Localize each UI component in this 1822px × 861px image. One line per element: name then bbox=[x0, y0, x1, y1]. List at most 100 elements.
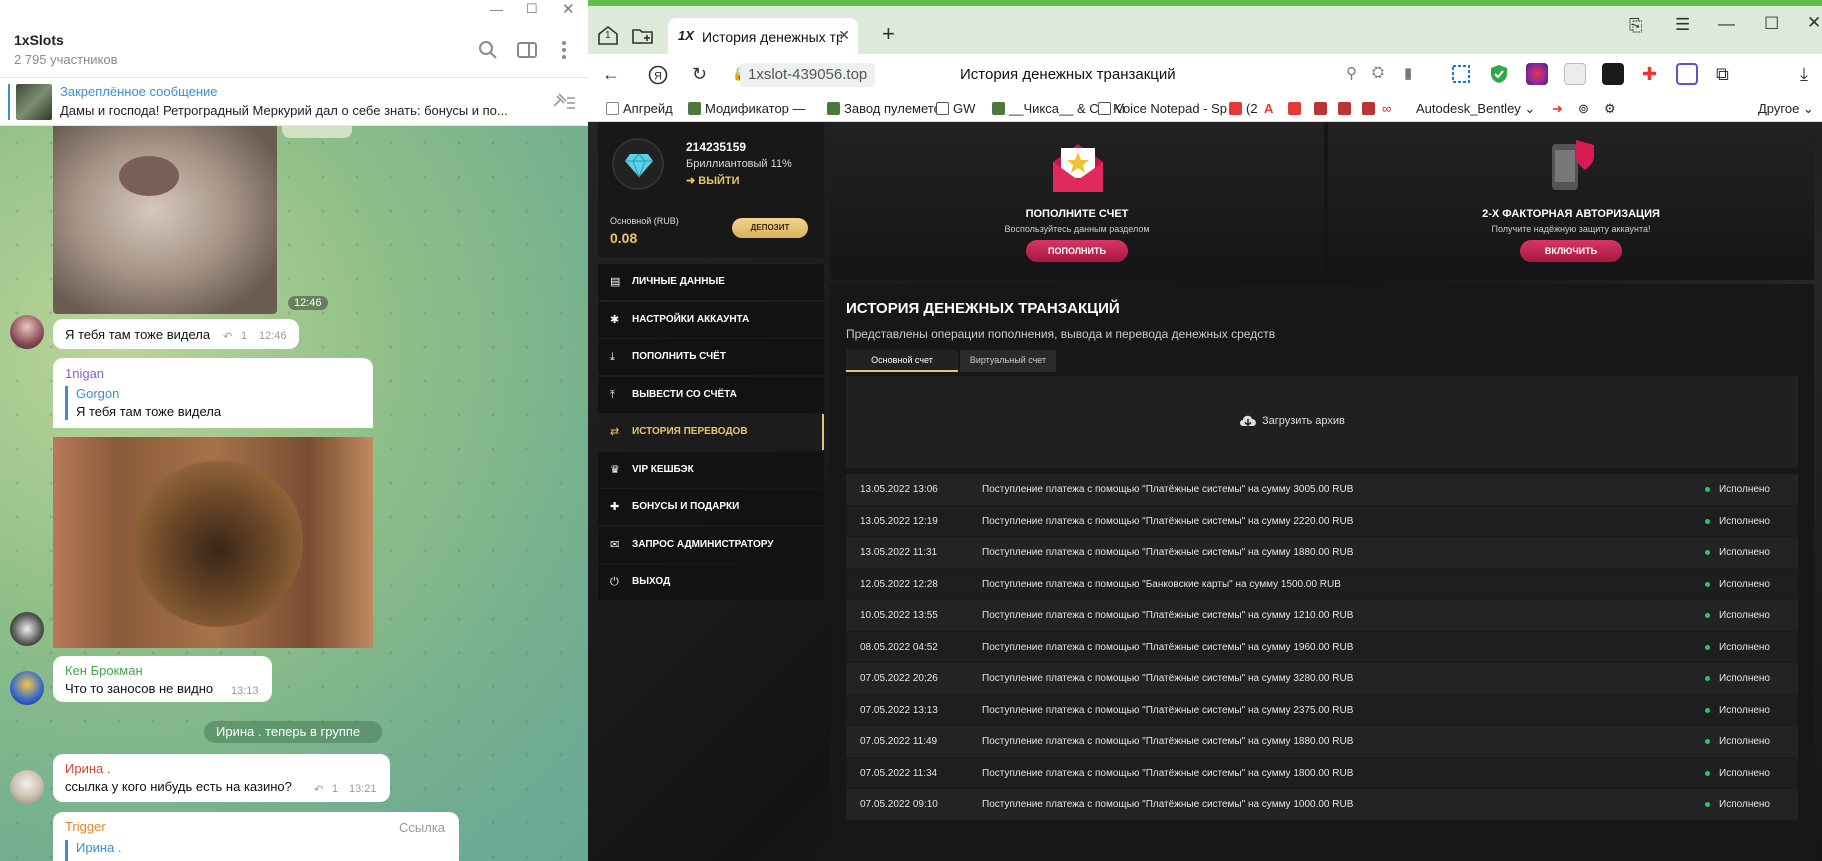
message-text: Что то заносов не видно bbox=[65, 681, 214, 696]
yandex-icon[interactable]: Я bbox=[648, 65, 668, 85]
tab-main-account[interactable]: Основной счет bbox=[846, 350, 958, 372]
bookmark-icon[interactable]: ▮ bbox=[1404, 64, 1412, 82]
menu-item[interactable]: ⤒ ВЫВЕСТИ СО СЧЁТА bbox=[598, 376, 824, 413]
shield-icon[interactable] bbox=[1488, 63, 1510, 85]
browser-window: 1 1X История денежных тра ✕ + ⎘ ☰ — ☐ ✕ … bbox=[588, 0, 1822, 861]
tab-close-icon[interactable]: ✕ bbox=[838, 27, 850, 44]
extension-avatar-icon[interactable] bbox=[1526, 63, 1548, 85]
chat-messages[interactable]: 12:46 Я тебя там тоже видела ↶ 1 12:46 1… bbox=[0, 126, 588, 861]
bookmarks-panel-icon[interactable]: ⎘ bbox=[1629, 16, 1643, 36]
bookmark-icon[interactable] bbox=[1314, 102, 1327, 115]
status-dot-icon bbox=[1705, 707, 1710, 713]
maximize-icon[interactable]: ☐ bbox=[526, 1, 538, 17]
avatar[interactable] bbox=[10, 612, 44, 646]
bookmark-item[interactable]: Апгрейд bbox=[606, 101, 673, 116]
screenshot-icon[interactable] bbox=[1450, 63, 1472, 85]
pinned-message[interactable]: Закреплённое сообщение Дамы и господа! Р… bbox=[0, 78, 588, 126]
sync-icon[interactable]: ⛭ bbox=[1372, 64, 1384, 81]
message-bubble[interactable]: Trigger Ссылка Ирина . bbox=[53, 812, 459, 861]
bookmark-circle-icon[interactable]: ⊚ bbox=[1578, 101, 1589, 117]
deposit-now-button[interactable]: ПОПОЛНИТЬ bbox=[1026, 240, 1128, 262]
enable-2fa-button[interactable]: ВКЛЮЧИТЬ bbox=[1520, 240, 1622, 262]
message-author[interactable]: Кен Брокман bbox=[65, 663, 143, 678]
transaction-status: Исполнено bbox=[1719, 578, 1770, 590]
transaction-date: 08.05.2022 04:52 bbox=[860, 641, 938, 653]
menu-item[interactable]: ⏻ ВЫХОД bbox=[598, 564, 824, 600]
bookmark-item[interactable]: Voice Notepad - Sp bbox=[1098, 101, 1227, 116]
extension-puzzle-icon[interactable]: ⧉ bbox=[1716, 64, 1729, 85]
sloth-photo[interactable] bbox=[53, 437, 373, 648]
tab-active[interactable]: 1X История денежных тра ✕ bbox=[668, 18, 858, 54]
minimize-icon[interactable]: — bbox=[490, 2, 503, 17]
menu-item[interactable]: ▤ ЛИЧНЫЕ ДАННЫЕ bbox=[598, 264, 824, 300]
sidebar-toggle-icon[interactable] bbox=[515, 38, 539, 62]
menu-item-icon: ⤓ bbox=[610, 351, 615, 363]
tab-virtual-account[interactable]: Виртуальный счет bbox=[960, 350, 1056, 372]
close-icon[interactable]: ✕ bbox=[562, 0, 575, 18]
bookmark-item[interactable]: GW bbox=[936, 101, 975, 116]
status-dot-icon bbox=[1705, 802, 1710, 807]
bookmark-icon[interactable] bbox=[1362, 102, 1375, 115]
bookmark-item[interactable]: Завод пулеметов bbox=[827, 101, 948, 116]
search-icon[interactable] bbox=[476, 38, 500, 62]
pin-list-icon[interactable] bbox=[550, 92, 576, 112]
msg-time: 12:46 bbox=[288, 296, 328, 310]
bookmark-folder[interactable]: Autodesk_Bentley ⌄ bbox=[1416, 101, 1535, 117]
menu-item[interactable]: ⇄ ИСТОРИЯ ПЕРЕВОДОВ bbox=[598, 414, 824, 450]
balance-label: Основной (RUB) bbox=[610, 216, 679, 226]
minimize-icon[interactable]: — bbox=[1718, 14, 1735, 34]
bookmark-item[interactable]: (2 bbox=[1229, 101, 1258, 116]
reply-icon[interactable]: ↶ bbox=[314, 783, 323, 796]
message-author[interactable]: Ирина . bbox=[65, 761, 110, 776]
new-tab-icon[interactable]: + bbox=[882, 21, 895, 47]
message-bubble[interactable]: Ирина . ссылка у кого нибудь есть на каз… bbox=[53, 754, 390, 802]
chat-header[interactable]: 1xSlots 2 795 участников bbox=[0, 24, 588, 78]
download-icon[interactable]: ⤓ bbox=[1800, 64, 1808, 85]
twofa-card: 2-Х ФАКТОРНАЯ АВТОРИЗАЦИЯ Получите надёж… bbox=[1328, 122, 1814, 280]
message-bubble[interactable]: Кен Брокман Что то заносов не видно 13:1… bbox=[53, 656, 272, 702]
sloth-face bbox=[133, 457, 303, 627]
archive-download[interactable]: Загрузить архив bbox=[846, 376, 1798, 468]
message-author[interactable]: Trigger bbox=[65, 819, 106, 834]
menu-item[interactable]: ✉ ЗАПРОС АДМИНИСТРАТОРУ bbox=[598, 526, 824, 563]
dog-sticker[interactable] bbox=[53, 126, 277, 314]
other-bookmarks[interactable]: Другое ⌄ bbox=[1758, 101, 1814, 117]
close-icon[interactable]: ✕ bbox=[1807, 13, 1821, 33]
bookmark-settings-icon[interactable]: ⚙ bbox=[1604, 101, 1616, 117]
back-icon[interactable]: ← bbox=[602, 64, 620, 85]
tab-group-icon[interactable] bbox=[630, 24, 656, 46]
avatar[interactable] bbox=[10, 671, 44, 705]
tab-favicon-icon: 1X bbox=[678, 28, 694, 43]
extension-cs-icon[interactable] bbox=[1564, 63, 1586, 85]
url-field[interactable]: 1xslot-439056.top bbox=[740, 63, 876, 87]
more-icon[interactable] bbox=[552, 38, 576, 62]
bookmark-a-icon[interactable]: A bbox=[1264, 101, 1273, 116]
reload-icon[interactable]: ↻ bbox=[692, 64, 707, 85]
bookmark-icon[interactable] bbox=[1338, 102, 1351, 115]
archive-label: Загрузить архив bbox=[1262, 415, 1345, 427]
menu-item[interactable]: ⤓ ПОПОЛНИТЬ СЧЁТ bbox=[598, 339, 824, 375]
extension-glasses-icon[interactable] bbox=[1602, 63, 1624, 85]
logout-link[interactable]: ➜ ВЫЙТИ bbox=[686, 174, 740, 187]
message-bubble[interactable]: 1nigan Gorgon Я тебя там тоже видела bbox=[53, 358, 373, 428]
bookmark-item[interactable]: Модификатор — bbox=[688, 101, 806, 116]
bookmark-arrow-icon[interactable]: ➜ bbox=[1552, 101, 1563, 117]
extension-x-icon[interactable] bbox=[1676, 63, 1698, 85]
avatar[interactable] bbox=[10, 315, 44, 349]
menu-icon[interactable]: ☰ bbox=[1675, 15, 1690, 35]
menu-item[interactable]: ✱ НАСТРОЙКИ АККАУНТА bbox=[598, 301, 824, 338]
extension-plus-icon[interactable]: ✚ bbox=[1642, 64, 1657, 85]
key-icon[interactable]: ⚲ bbox=[1346, 64, 1357, 82]
message-bubble[interactable]: Я тебя там тоже видела ↶ 1 12:46 bbox=[53, 319, 299, 349]
maximize-icon[interactable]: ☐ bbox=[1764, 14, 1779, 34]
bookmark-link-icon[interactable]: ∞ bbox=[1382, 101, 1391, 116]
menu-item[interactable]: ✚ БОНУСЫ И ПОДАРКИ bbox=[598, 489, 824, 525]
avatar[interactable] bbox=[10, 770, 44, 804]
reply-icon[interactable]: ↶ bbox=[223, 330, 232, 343]
message-author[interactable]: 1nigan bbox=[65, 366, 104, 381]
status-dot-icon bbox=[1705, 739, 1710, 744]
transaction-date: 10.05.2022 13:55 bbox=[860, 610, 938, 621]
menu-item[interactable]: ♛ VIP КЕШБЭК bbox=[598, 451, 824, 488]
bookmark-icon[interactable] bbox=[1288, 102, 1301, 115]
deposit-button[interactable]: ДЕПОЗИТ bbox=[732, 218, 808, 238]
